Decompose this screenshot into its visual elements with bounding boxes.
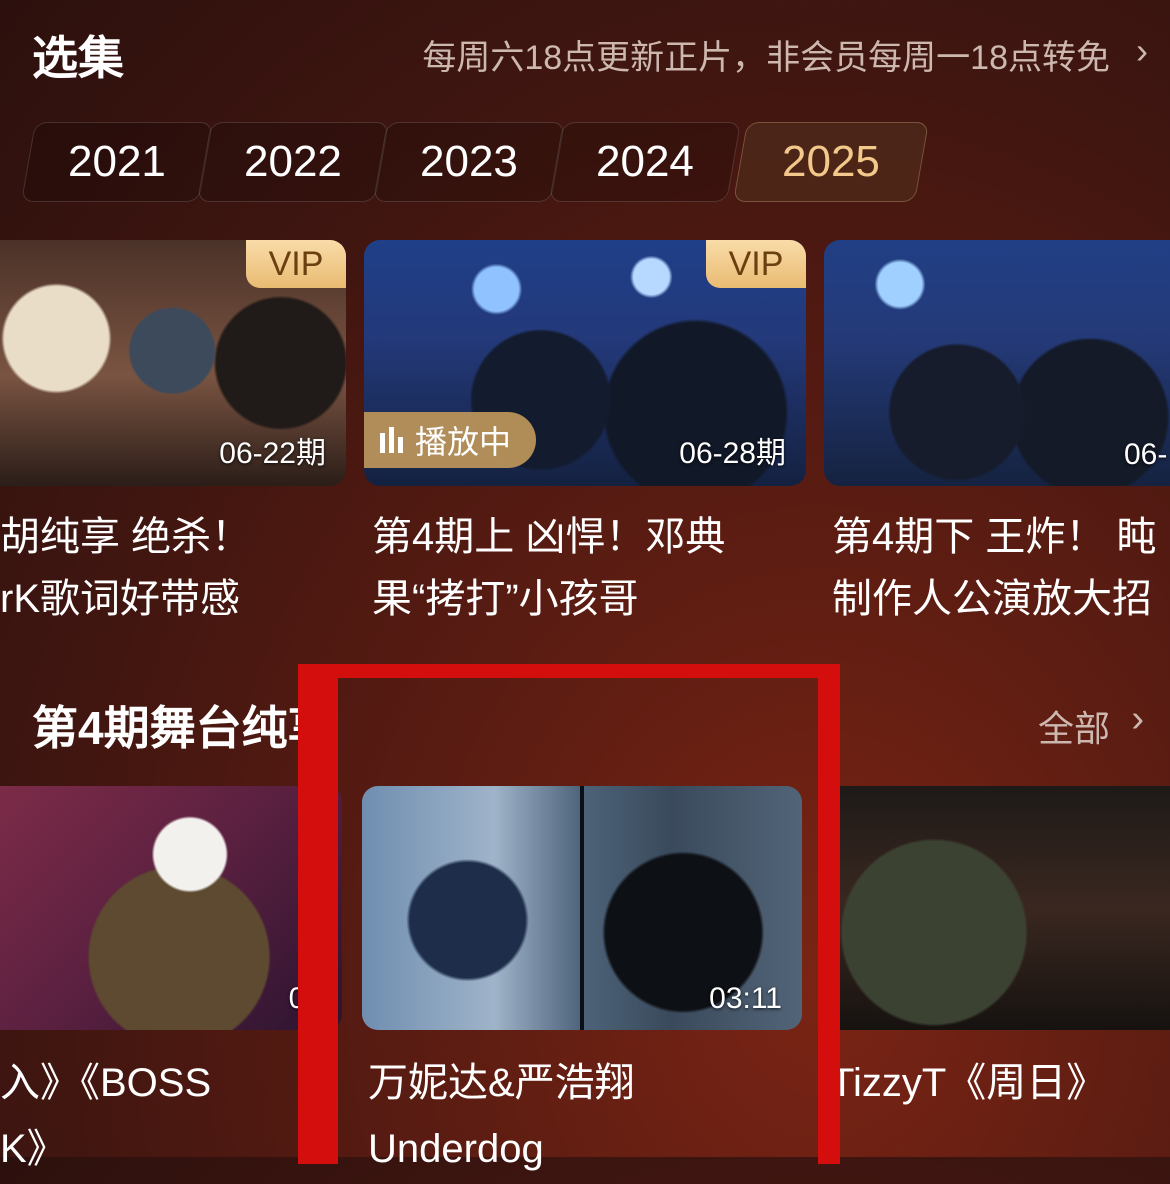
- clip-thumbnail: [820, 786, 1170, 1030]
- year-tab-label: 2024: [596, 137, 694, 186]
- clip-title-line: 万妮达&严浩翔: [368, 1061, 635, 1105]
- clip-title-line: TizzyT《周日》: [830, 1061, 1107, 1105]
- clip-card-2[interactable]: 03:11: [362, 786, 802, 1030]
- clip-card-3[interactable]: [820, 786, 1170, 1030]
- clip-card-1[interactable]: 04: [0, 786, 342, 1030]
- chevron-right-icon[interactable]: ›: [1136, 30, 1148, 72]
- year-tab-2021[interactable]: 2021: [20, 122, 214, 202]
- year-tab-2022[interactable]: 2022: [196, 122, 390, 202]
- year-tab-label: 2022: [244, 137, 342, 186]
- episode-title-line: 第4期上 凶悍！邓典: [372, 515, 726, 559]
- episode-title-2[interactable]: 第4期上 凶悍！邓典 果“拷打”小孩哥: [372, 506, 812, 630]
- episode-thumbnail: [824, 240, 1170, 486]
- episode-title-line: 制作人公演放大招: [832, 577, 1152, 621]
- now-playing-label: 播放中: [415, 424, 512, 460]
- vip-badge: VIP: [246, 240, 346, 288]
- episode-title-line: 果“拷打”小孩哥: [372, 577, 639, 621]
- section-title: 第4期舞台纯享: [32, 702, 334, 754]
- year-tab-label: 2023: [420, 137, 518, 186]
- episode-title-3[interactable]: 第4期下 王炸！ 盹 制作人公演放大招: [832, 506, 1170, 630]
- episode-card-2[interactable]: VIP 播放中 06-28期: [364, 240, 806, 486]
- episode-card-1[interactable]: VIP 06-22期: [0, 240, 346, 486]
- chevron-right-icon[interactable]: ›: [1131, 698, 1144, 741]
- episode-card-3[interactable]: 06-: [824, 240, 1170, 486]
- clip-title-2[interactable]: 万妮达&严浩翔 Underdog: [368, 1050, 808, 1182]
- episode-title-1[interactable]: 胡纯享 绝杀！ rK歌词好带感: [0, 506, 346, 630]
- year-tab-2024[interactable]: 2024: [548, 122, 742, 202]
- clip-title-line: K》: [0, 1127, 67, 1171]
- episode-date: 06-28期: [679, 437, 786, 470]
- see-all-link[interactable]: 全部: [1038, 700, 1110, 752]
- vip-badge: VIP: [706, 240, 806, 288]
- clip-duration: 03:11: [709, 982, 782, 1015]
- year-tab-label: 2025: [782, 137, 880, 186]
- schedule-note[interactable]: 每周六18点更新正片，非会员每周一18点转免: [422, 30, 1110, 79]
- year-tab-2023[interactable]: 2023: [372, 122, 566, 202]
- now-playing-badge: 播放中: [364, 412, 536, 468]
- clip-title-1[interactable]: 入》《BOSS K》: [0, 1050, 346, 1182]
- year-tab-2025[interactable]: 2025: [732, 122, 930, 202]
- year-tab-label: 2021: [68, 137, 166, 186]
- episode-title-line: 第4期下 王炸！ 盹: [832, 515, 1157, 559]
- episode-date: 06-: [1124, 438, 1168, 471]
- episode-date: 06-22期: [219, 437, 326, 470]
- clip-title-line: Underdog: [368, 1127, 544, 1171]
- clip-title-3[interactable]: TizzyT《周日》: [830, 1050, 1170, 1116]
- clip-title-line: 入》《BOSS: [0, 1061, 212, 1105]
- episode-title-line: rK歌词好带感: [0, 577, 240, 621]
- clip-duration: 04: [288, 982, 322, 1015]
- page-title: 选集: [32, 32, 124, 84]
- episode-title-line: 胡纯享 绝杀！: [0, 515, 252, 559]
- playing-bars-icon: [380, 427, 403, 453]
